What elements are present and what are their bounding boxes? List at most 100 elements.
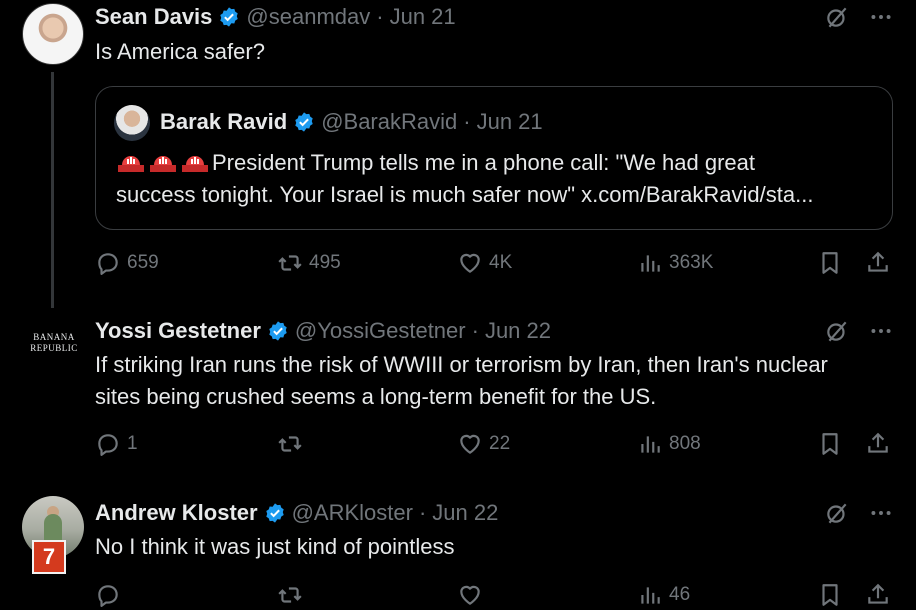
grok-icon[interactable] — [824, 4, 850, 30]
bookmark-button[interactable] — [817, 431, 843, 457]
quote-text: President Trump tells me in a phone call… — [116, 147, 886, 211]
share-button[interactable] — [865, 250, 891, 276]
author-handle[interactable]: @YossiGestetner — [295, 318, 466, 344]
separator-dot: · — [463, 109, 471, 134]
views-button[interactable]: 363K — [637, 250, 713, 276]
avatar-barak-ravid — [114, 105, 150, 141]
tweet-date[interactable]: Jun 21 — [390, 4, 456, 30]
tweet-text: No I think it was just kind of pointless — [95, 534, 455, 559]
bookmark-button[interactable] — [817, 250, 843, 276]
avatar-text-line1: BANANA — [33, 332, 75, 342]
reply-icon — [98, 585, 118, 607]
views-button[interactable]: 808 — [637, 431, 701, 457]
quote-header: Barak Ravid @BarakRavid · Jun 21 — [160, 109, 543, 135]
grok-icon[interactable] — [824, 500, 850, 526]
like-icon — [460, 253, 480, 273]
more-icon[interactable] — [868, 500, 894, 526]
more-icon[interactable] — [868, 318, 894, 344]
quote-author-handle: @BarakRavid — [321, 109, 458, 134]
reply-icon — [98, 253, 118, 275]
views-icon — [641, 587, 660, 604]
repost-icon — [278, 255, 302, 271]
views-count: 46 — [669, 584, 691, 605]
quote-text-line1: President Trump tells me in a phone call… — [212, 150, 756, 175]
avatar-sean-davis[interactable] — [22, 3, 84, 65]
siren-emoji-icon — [118, 156, 144, 172]
repost-count: 495 — [309, 252, 341, 273]
thread-connector-line — [51, 72, 54, 308]
quoted-tweet-card[interactable]: Barak Ravid @BarakRavid · Jun 21 Preside… — [95, 86, 893, 230]
share-icon — [868, 432, 888, 453]
number-badge: 7 — [32, 540, 66, 574]
repost-button[interactable]: 495 — [277, 250, 341, 276]
siren-emoji-icon — [150, 156, 176, 172]
verified-badge-icon — [265, 503, 284, 523]
bookmark-icon — [822, 252, 838, 274]
share-button[interactable] — [865, 431, 891, 457]
reply-button[interactable]: 659 — [95, 250, 159, 276]
reply-icon — [98, 434, 118, 456]
tweet-header-yossi: Yossi Gestetner @YossiGestetner · Jun 22 — [95, 318, 551, 344]
tweet-actions-andrew: 46 — [95, 582, 895, 610]
bookmark-icon — [822, 584, 838, 606]
tweet-header-andrew: Andrew Kloster @ARKloster · Jun 22 — [95, 500, 498, 526]
tweet-text: If striking Iran runs the risk of WWIII … — [95, 349, 895, 413]
tweet-header-sean: Sean Davis @seanmdav · Jun 21 — [95, 4, 456, 30]
reply-count: 659 — [127, 252, 159, 273]
tweet-date[interactable]: Jun 22 — [432, 500, 498, 526]
tweet-text-line1: If striking Iran runs the risk of WWIII … — [95, 352, 828, 377]
tweet-top-actions — [824, 318, 894, 344]
like-button[interactable] — [457, 582, 483, 608]
quote-date: Jun 21 — [476, 109, 543, 134]
like-icon — [460, 434, 480, 454]
more-icon[interactable] — [868, 4, 894, 30]
like-count: 4K — [489, 252, 513, 273]
author-name[interactable]: Sean Davis — [95, 4, 212, 30]
tweet-text: Is America safer? — [95, 39, 265, 64]
like-button[interactable]: 22 — [457, 431, 510, 457]
bookmark-icon — [822, 433, 838, 455]
repost-icon — [278, 436, 302, 452]
views-count: 808 — [669, 433, 701, 454]
reply-count: 1 — [127, 433, 138, 454]
views-button[interactable]: 46 — [637, 582, 690, 608]
author-handle[interactable]: @ARKloster — [292, 500, 413, 526]
views-count: 363K — [669, 252, 714, 273]
share-icon — [868, 251, 888, 272]
separator-dot: · — [376, 4, 384, 29]
reply-button[interactable]: 1 — [95, 431, 138, 457]
timeline: Sean Davis @seanmdav · Jun 21 Is America… — [0, 0, 916, 610]
repost-button[interactable] — [277, 582, 303, 608]
avatar-yossi-gestetner[interactable]: BANANA REPUBLIC — [20, 332, 88, 354]
views-icon — [641, 255, 660, 272]
verified-badge-icon — [269, 321, 287, 341]
author-name[interactable]: Yossi Gestetner — [95, 318, 261, 344]
reply-button[interactable] — [95, 582, 121, 608]
quote-author-name: Barak Ravid — [160, 109, 288, 134]
tweet-actions-yossi: 1 22 808 — [95, 431, 895, 461]
author-handle[interactable]: @seanmdav — [246, 4, 370, 30]
verified-badge-icon — [295, 112, 313, 132]
share-button[interactable] — [865, 582, 891, 608]
verified-badge-icon — [220, 7, 239, 27]
tweet-actions-sean: 659 495 4K 363K — [95, 250, 895, 280]
like-icon — [460, 585, 480, 605]
grok-icon[interactable] — [824, 318, 850, 344]
separator-dot: · — [418, 500, 427, 525]
bookmark-button[interactable] — [817, 582, 843, 608]
repost-button[interactable] — [277, 431, 303, 457]
author-name[interactable]: Andrew Kloster — [95, 500, 258, 526]
like-count: 22 — [489, 433, 511, 454]
quote-text-line2[interactable]: success tonight. Your Israel is much saf… — [116, 182, 813, 207]
avatar-text-line2: REPUBLIC — [30, 342, 78, 353]
separator-dot: · — [471, 318, 479, 343]
tweet-top-actions — [824, 500, 894, 526]
repost-icon — [278, 587, 302, 603]
tweet-text-line2: sites being crushed seems a long-term be… — [95, 384, 657, 409]
tweet-top-actions — [824, 4, 894, 30]
tweet-date[interactable]: Jun 22 — [485, 318, 551, 344]
share-icon — [868, 583, 888, 604]
like-button[interactable]: 4K — [457, 250, 512, 276]
siren-emoji-icon — [182, 156, 208, 172]
views-icon — [641, 436, 660, 453]
